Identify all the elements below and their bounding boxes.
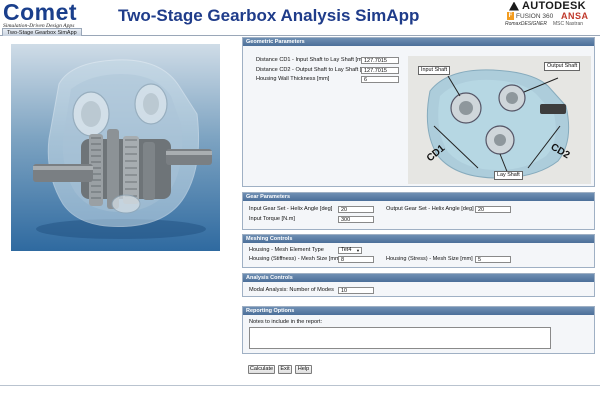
gearbox-3d-render (33, 59, 212, 239)
tab-strip: Two-Stage Gearbox SimApp (0, 28, 600, 36)
parameters-form: Geometric Parameters Distance CD1 - Inpu… (242, 37, 595, 380)
autodesk-mark-icon (509, 1, 519, 11)
ansa-logo: ANSA (561, 11, 589, 21)
geometric-parameters-panel: Geometric Parameters Distance CD1 - Inpu… (242, 37, 595, 187)
romaxdesigner-logo: RomaxDESIGNER (505, 21, 547, 27)
stiffness-mesh-size-input[interactable] (338, 256, 374, 263)
gear-parameters-heading: Gear Parameters (243, 193, 594, 201)
3d-model-viewport[interactable] (11, 44, 220, 251)
calculate-button[interactable]: Calculate (248, 365, 275, 374)
cd2-input[interactable] (361, 67, 399, 74)
fusion360-logo-text: FUSION 360 (516, 12, 554, 20)
stress-mesh-size-input[interactable] (475, 256, 511, 263)
stiffness-mesh-size-label: Housing (Stiffness) - Mesh Size [mm] (249, 256, 342, 262)
output-helix-input[interactable] (475, 206, 511, 213)
report-notes-textarea[interactable] (249, 327, 551, 349)
meshing-controls-heading: Meshing Controls (243, 235, 594, 243)
comet-logo-word: Comet (3, 0, 78, 25)
photo-label-lay-shaft: Lay Shaft (494, 171, 523, 180)
wall-thickness-input[interactable] (361, 76, 399, 83)
photo-label-output-shaft: Output Shaft (544, 62, 581, 71)
number-of-modes-label: Modal Analysis: Number of Modes (249, 287, 334, 293)
msc-nastran-logo: MSC Nastran (553, 21, 584, 27)
mesh-element-type-select[interactable]: Tet4 ▼ (338, 247, 362, 254)
gear-parameters-panel: Gear Parameters Input Gear Set - Helix A… (242, 192, 595, 230)
mesh-element-type-label: Housing - Mesh Element Type (249, 247, 324, 253)
geometric-parameters-heading: Geometric Parameters (243, 38, 594, 46)
tab-gearbox-simapp[interactable]: Two-Stage Gearbox SimApp (2, 28, 82, 36)
reporting-options-heading: Reporting Options (243, 307, 594, 315)
gearbox-photo-illustration (408, 56, 591, 184)
chevron-down-icon: ▼ (356, 248, 360, 253)
partner-logos: AUTODESK F FUSION 360 RomaxDESIGNER ANSA… (503, 0, 598, 30)
meshing-controls-panel: Meshing Controls Housing - Mesh Element … (242, 234, 595, 268)
photo-label-input-shaft: Input Shaft (418, 66, 451, 75)
input-helix-input[interactable] (338, 206, 374, 213)
cd1-label: Distance CD1 - Input Shaft to Lay Shaft … (256, 57, 368, 63)
stress-mesh-size-label: Housing (Stress) - Mesh Size [mm] (386, 256, 473, 262)
input-helix-label: Input Gear Set - Helix Angle [deg] (249, 206, 333, 212)
reporting-options-panel: Reporting Options Notes to include in th… (242, 306, 595, 354)
gearbox-reference-photo: Input Shaft Output Shaft Lay Shaft CD1 C… (408, 56, 591, 184)
exit-button[interactable]: Exit (278, 365, 292, 374)
mesh-element-type-value: Tet4 (341, 247, 352, 253)
cd2-label: Distance CD2 - Output Shaft to Lay Shaft… (256, 67, 373, 73)
input-torque-label: Input Torque [N.m] (249, 216, 295, 222)
cd1-input[interactable] (361, 57, 399, 64)
report-notes-label: Notes to include in the report: (249, 319, 323, 325)
analysis-controls-heading: Analysis Controls (243, 274, 594, 282)
output-helix-label: Output Gear Set - Helix Angle [deg] (386, 206, 474, 212)
footer-divider (0, 385, 600, 386)
comet-logo: Comet Simulation-Driven Design Apps (3, 0, 113, 30)
fusion360-logo: F FUSION 360 (507, 12, 553, 20)
number-of-modes-input[interactable] (338, 287, 374, 294)
help-button[interactable]: Help (295, 365, 312, 374)
app-title: Two-Stage Gearbox Analysis SimApp (118, 6, 420, 25)
wall-thickness-label: Housing Wall Thickness [mm] (256, 76, 330, 82)
input-torque-input[interactable] (338, 216, 374, 223)
analysis-controls-panel: Analysis Controls Modal Analysis: Number… (242, 273, 595, 297)
fusion-f-icon: F (507, 12, 514, 20)
